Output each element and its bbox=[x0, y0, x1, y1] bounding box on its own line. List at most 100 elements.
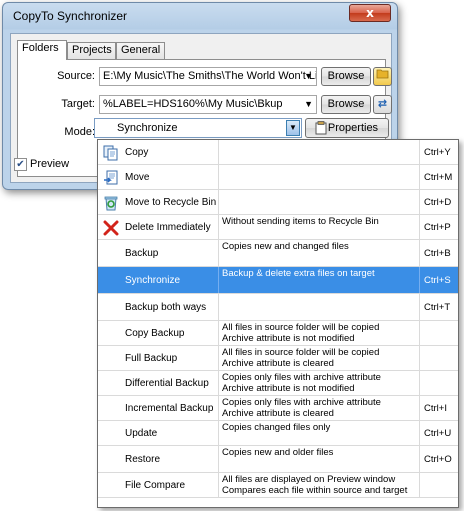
mode-option-full-backup[interactable]: Full Backup All files in source folder wi… bbox=[98, 346, 458, 371]
mode-description-cell: Copies new and older files bbox=[219, 446, 420, 472]
mode-description-cell: Copies only files with archive attribute… bbox=[219, 371, 420, 395]
mode-shortcut: Ctrl+D bbox=[424, 196, 452, 208]
copy-icon bbox=[103, 145, 119, 161]
mode-shortcut: Ctrl+T bbox=[424, 301, 451, 313]
mode-shortcut-cell: Ctrl+S bbox=[420, 267, 458, 293]
chevron-down-icon[interactable]: ▼ bbox=[304, 96, 313, 113]
properties-icon bbox=[315, 121, 328, 141]
mode-description-line: Archive attribute is not modified bbox=[222, 333, 355, 344]
window-title: CopyTo Synchronizer bbox=[13, 9, 128, 23]
mode-description-line: Without sending items to Recycle Bin bbox=[222, 216, 379, 227]
mode-name: Move bbox=[125, 171, 150, 183]
mode-name-cell: Incremental Backup bbox=[98, 396, 219, 420]
mode-shortcut-cell: Ctrl+U bbox=[420, 421, 458, 445]
mode-option-copy[interactable]: Copy Ctrl+Y bbox=[98, 140, 458, 165]
swap-arrows-icon[interactable]: ⇄ bbox=[373, 95, 392, 114]
mode-shortcut-cell: Ctrl+D bbox=[420, 190, 458, 214]
mode-option-delete-immediately[interactable]: Delete Immediately Without sending items … bbox=[98, 215, 458, 240]
mode-dropdown-list: Copy Ctrl+Y Move Ctrl+M Move to Recycle Bin C… bbox=[97, 139, 459, 508]
tab-projects[interactable]: Projects bbox=[67, 42, 116, 59]
mode-option-incremental-backup[interactable]: Incremental Backup Copies only files with… bbox=[98, 396, 458, 421]
mode-description-line: Copies new and older files bbox=[222, 447, 334, 458]
mode-shortcut: Ctrl+B bbox=[424, 247, 451, 259]
recycle-bin-icon bbox=[103, 195, 119, 211]
target-browse-button[interactable]: Browse bbox=[321, 95, 371, 114]
mode-option-backup[interactable]: Backup Copies new and changed files Ctrl+B bbox=[98, 240, 458, 267]
mode-option-backup-both-ways[interactable]: Backup both ways Ctrl+T bbox=[98, 294, 458, 321]
mode-option-move[interactable]: Move Ctrl+M bbox=[98, 165, 458, 190]
mode-description-cell bbox=[219, 294, 420, 320]
target-combo[interactable]: %LABEL=HDS160%\My Music\Bkup ▼ bbox=[99, 95, 317, 114]
mode-shortcut-cell: Ctrl+T bbox=[420, 294, 458, 320]
mode-description-cell: Copies new and changed files bbox=[219, 240, 420, 266]
chevron-down-icon[interactable]: ▼ bbox=[286, 120, 300, 136]
mode-description-line: Copies only files with archive attribute bbox=[222, 397, 381, 408]
mode-description-line: Copies changed files only bbox=[222, 422, 331, 433]
mode-shortcut: Ctrl+Y bbox=[424, 146, 451, 158]
mode-description: All files in source folder will be copie… bbox=[222, 347, 379, 369]
mode-shortcut-cell: Ctrl+M bbox=[420, 165, 458, 189]
mode-shortcut-cell: Ctrl+I bbox=[420, 396, 458, 420]
mode-description-line: Backup & delete extra files on target bbox=[222, 268, 375, 279]
preview-label: Preview bbox=[30, 158, 70, 170]
mode-name-cell: Copy bbox=[98, 140, 219, 164]
properties-label: Properties bbox=[327, 122, 379, 134]
mode-option-differential-backup[interactable]: Differential Backup Copies only files wit… bbox=[98, 371, 458, 396]
mode-description-line: Compares each file within source and tar… bbox=[222, 485, 408, 496]
mode-description: Copies only files with archive attribute… bbox=[222, 397, 381, 419]
mode-value: Synchronize bbox=[117, 122, 178, 134]
mode-description-line: Copies new and changed files bbox=[222, 241, 349, 252]
mode-description-line: All files in source folder will be copie… bbox=[222, 347, 380, 358]
preview-checkbox-group[interactable]: ✔ Preview bbox=[14, 158, 70, 171]
delete-icon bbox=[103, 220, 119, 236]
mode-description: All files in source folder will be copie… bbox=[222, 322, 379, 344]
source-combo[interactable]: E:\My Music\The Smiths\The World Won't L… bbox=[99, 67, 317, 86]
mode-name: Update bbox=[125, 427, 158, 439]
source-folder-icon[interactable] bbox=[373, 67, 392, 86]
tab-folders[interactable]: Folders bbox=[17, 40, 67, 60]
mode-shortcut-cell bbox=[420, 346, 458, 370]
mode-description-cell: Copies only files with archive attribute… bbox=[219, 396, 420, 420]
mode-description-cell bbox=[219, 165, 420, 189]
mode-name: Backup bbox=[125, 247, 159, 259]
mode-description-cell: All files in source folder will be copie… bbox=[219, 321, 420, 345]
mode-description-line: All files in source folder will be copie… bbox=[222, 322, 380, 333]
source-label: Source: bbox=[57, 70, 95, 82]
mode-combo[interactable]: Synchronize ▼ bbox=[94, 118, 302, 138]
mode-description-cell: All files in source folder will be copie… bbox=[219, 346, 420, 370]
mode-option-update[interactable]: Update Copies changed files only Ctrl+U bbox=[98, 421, 458, 446]
mode-name: Synchronize bbox=[125, 274, 181, 286]
mode-option-restore[interactable]: Restore Copies new and older files Ctrl+O bbox=[98, 446, 458, 473]
mode-option-move-to-recycle-bin[interactable]: Move to Recycle Bin Ctrl+D bbox=[98, 190, 458, 215]
close-button[interactable]: x bbox=[349, 4, 391, 22]
mode-description-line: Copies only files with archive attribute bbox=[222, 372, 381, 383]
mode-shortcut: Ctrl+P bbox=[424, 221, 451, 233]
mode-name: Backup both ways bbox=[125, 301, 207, 313]
mode-name: Delete Immediately bbox=[125, 221, 211, 233]
mode-name: Full Backup bbox=[125, 352, 178, 364]
mode-name-cell: Move bbox=[98, 165, 219, 189]
source-browse-button[interactable]: Browse bbox=[321, 67, 371, 86]
properties-button[interactable]: Properties bbox=[305, 118, 389, 138]
mode-name: Copy bbox=[125, 146, 149, 158]
preview-checkbox[interactable]: ✔ bbox=[14, 158, 27, 171]
tab-general[interactable]: General bbox=[116, 42, 165, 59]
mode-description: All files are displayed on Preview windo… bbox=[222, 474, 407, 496]
mode-name-cell: Synchronize bbox=[98, 267, 219, 293]
mode-option-synchronize[interactable]: Synchronize Backup & delete extra files o… bbox=[98, 267, 458, 294]
mode-description: Copies only files with archive attribute… bbox=[222, 372, 381, 394]
mode-option-file-compare[interactable]: File Compare All files are displayed on P… bbox=[98, 473, 458, 498]
mode-shortcut-cell bbox=[420, 371, 458, 395]
mode-description-line: Archive attribute is cleared bbox=[222, 358, 334, 369]
mode-name-cell: Update bbox=[98, 421, 219, 445]
mode-shortcut-cell: Ctrl+P bbox=[420, 215, 458, 239]
mode-option-copy-backup[interactable]: Copy Backup All files in source folder wi… bbox=[98, 321, 458, 346]
mode-description-cell: Backup & delete extra files on target bbox=[219, 267, 420, 293]
mode-name-cell: File Compare bbox=[98, 473, 219, 497]
chevron-down-icon[interactable]: ▼ bbox=[304, 68, 313, 85]
mode-shortcut: Ctrl+S bbox=[424, 274, 451, 286]
mode-name-cell: Differential Backup bbox=[98, 371, 219, 395]
target-value: %LABEL=HDS160%\My Music\Bkup bbox=[103, 98, 283, 110]
mode-description-line: Archive attribute is cleared bbox=[222, 408, 334, 419]
mode-description-line: Archive attribute is not modified bbox=[222, 383, 355, 394]
